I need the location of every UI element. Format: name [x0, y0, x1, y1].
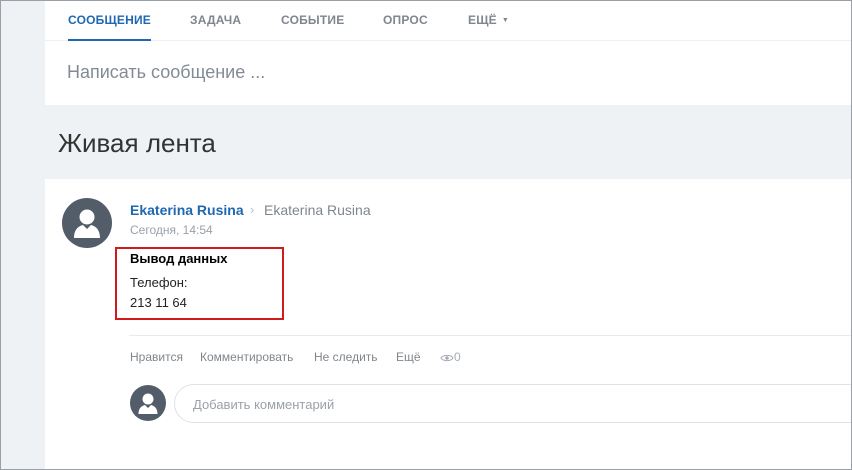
eye-icon	[440, 354, 454, 362]
chevron-right-icon: ›	[250, 202, 255, 217]
comment-button[interactable]: Комментировать	[200, 350, 293, 364]
comment-input[interactable]: Добавить комментарий	[174, 384, 851, 423]
tab-more-label: ЕЩЁ	[468, 13, 497, 27]
page: СООБЩЕНИЕ ЗАДАЧА СОБЫТИЕ ОПРОС ЕЩЁ ▼ Напи…	[1, 1, 851, 469]
divider	[129, 335, 851, 336]
composer-tabs: СООБЩЕНИЕ ЗАДАЧА СОБЫТИЕ ОПРОС ЕЩЁ ▼	[45, 1, 851, 41]
avatar[interactable]	[62, 198, 112, 248]
post-title: Вывод данных	[130, 251, 228, 266]
tab-poll[interactable]: ОПРОС	[383, 13, 428, 41]
like-button[interactable]: Нравится	[130, 350, 183, 364]
views-counter: 0	[440, 350, 461, 364]
feed-post: Ekaterina Rusina › Ekaterina Rusina Сего…	[45, 179, 851, 469]
post-author-link[interactable]: Ekaterina Rusina	[130, 202, 244, 218]
caret-down-icon: ▼	[501, 17, 510, 24]
page-title: Живая лента	[58, 128, 216, 158]
tab-message[interactable]: СООБЩЕНИЕ	[68, 13, 151, 41]
post-body-value: 213 11 64	[130, 295, 187, 310]
user-icon	[74, 209, 100, 238]
comment-avatar[interactable]	[130, 385, 166, 421]
comment-placeholder: Добавить комментарий	[193, 397, 335, 412]
message-input[interactable]: Написать сообщение ...	[67, 62, 265, 83]
post-body-label: Телефон:	[130, 275, 188, 290]
tab-task[interactable]: ЗАДАЧА	[190, 13, 241, 41]
tab-event[interactable]: СОБЫТИЕ	[281, 13, 344, 41]
more-button[interactable]: Ещё	[396, 350, 421, 364]
tab-more[interactable]: ЕЩЁ ▼	[468, 13, 509, 41]
post-composer: СООБЩЕНИЕ ЗАДАЧА СОБЫТИЕ ОПРОС ЕЩЁ ▼ Напи…	[45, 1, 851, 105]
post-timestamp[interactable]: Сегодня, 14:54	[130, 223, 213, 237]
views-count: 0	[454, 350, 461, 364]
user-icon	[138, 393, 158, 414]
unfollow-button[interactable]: Не следить	[314, 350, 378, 364]
post-recipient-link[interactable]: Ekaterina Rusina	[264, 202, 371, 218]
